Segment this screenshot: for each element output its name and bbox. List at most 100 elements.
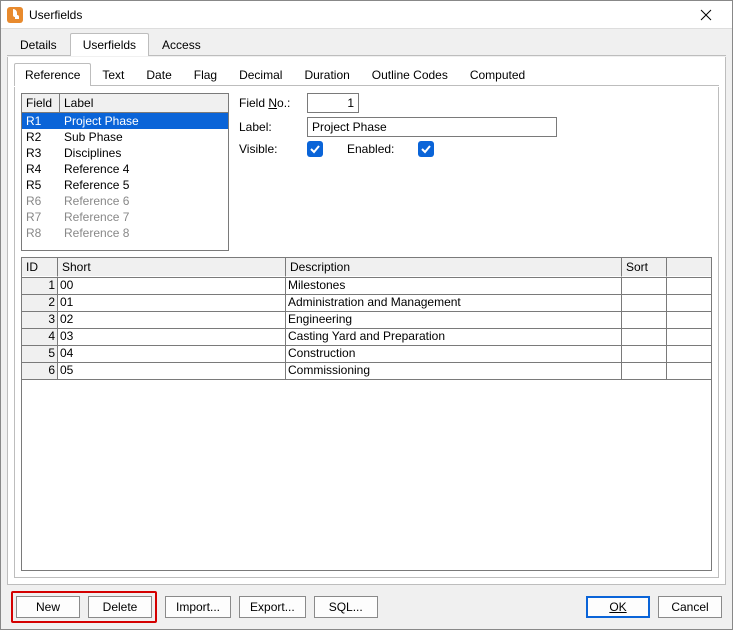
- footer-buttons: New Delete Import... Export... SQL... OK…: [1, 591, 732, 629]
- table-row[interactable]: 302Engineering: [22, 312, 711, 329]
- field-list-row-id: R3: [22, 146, 60, 160]
- table-row[interactable]: 100Milestones: [22, 278, 711, 295]
- field-list-row-id: R4: [22, 162, 60, 176]
- table-cell-sort: [622, 295, 667, 311]
- main-tabs: DetailsUserfieldsAccess: [1, 29, 732, 56]
- main-tab-details[interactable]: Details: [7, 33, 70, 56]
- table-cell-spacer: [667, 278, 711, 294]
- field-list-row[interactable]: R3Disciplines: [22, 145, 228, 161]
- table-cell-sort: [622, 363, 667, 379]
- table-cell-desc: Casting Yard and Preparation: [286, 329, 622, 345]
- table-cell-sort: [622, 346, 667, 362]
- new-button[interactable]: New: [16, 596, 80, 618]
- sub-tab-decimal[interactable]: Decimal: [228, 63, 293, 86]
- field-no-input[interactable]: [307, 93, 359, 113]
- table-cell-id: 6: [22, 363, 58, 379]
- close-button[interactable]: [686, 2, 726, 28]
- table-row[interactable]: 504Construction: [22, 346, 711, 363]
- upper-area: Field Label R1Project PhaseR2Sub PhaseR3…: [21, 93, 712, 251]
- table-cell-sort: [622, 312, 667, 328]
- grid-header-id[interactable]: ID: [22, 258, 58, 277]
- table-cell-id: 2: [22, 295, 58, 311]
- field-list-row-label: Sub Phase: [60, 130, 228, 144]
- main-tab-userfields[interactable]: Userfields: [70, 33, 149, 56]
- table-cell-id: 5: [22, 346, 58, 362]
- field-list-row[interactable]: R2Sub Phase: [22, 129, 228, 145]
- field-list-row-label: Reference 7: [60, 210, 228, 224]
- field-list-row[interactable]: R5Reference 5: [22, 177, 228, 193]
- field-list-row[interactable]: R1Project Phase: [22, 113, 228, 129]
- table-cell-desc: Construction: [286, 346, 622, 362]
- field-list-row-id: R5: [22, 178, 60, 192]
- table-cell-spacer: [667, 329, 711, 345]
- sub-tab-computed[interactable]: Computed: [459, 63, 536, 86]
- values-grid[interactable]: ID Short Description Sort 100Milestones2…: [21, 257, 712, 571]
- delete-button[interactable]: Delete: [88, 596, 152, 618]
- table-cell-desc: Administration and Management: [286, 295, 622, 311]
- table-row[interactable]: 403Casting Yard and Preparation: [22, 329, 711, 346]
- label-label: Label:: [239, 120, 301, 134]
- reference-panel: Field Label R1Project PhaseR2Sub PhaseR3…: [14, 87, 719, 578]
- grid-header-short[interactable]: Short: [58, 258, 286, 277]
- grid-header-desc[interactable]: Description: [286, 258, 622, 277]
- window-title: Userfields: [29, 8, 686, 22]
- field-list-header-field[interactable]: Field: [22, 94, 60, 113]
- table-cell-short: 02: [58, 312, 286, 328]
- field-list-row-label: Reference 5: [60, 178, 228, 192]
- field-list-row-id: R6: [22, 194, 60, 208]
- sub-tab-outline-codes[interactable]: Outline Codes: [361, 63, 459, 86]
- table-cell-desc: Commissioning: [286, 363, 622, 379]
- table-cell-spacer: [667, 312, 711, 328]
- field-list-header-label[interactable]: Label: [60, 94, 228, 113]
- field-no-label: Field No.:: [239, 96, 301, 110]
- enabled-label: Enabled:: [347, 142, 394, 156]
- field-list-row[interactable]: R6Reference 6: [22, 193, 228, 209]
- sub-tab-reference[interactable]: Reference: [14, 63, 91, 86]
- field-list-row[interactable]: R7Reference 7: [22, 209, 228, 225]
- values-grid-header: ID Short Description Sort: [22, 258, 711, 278]
- table-cell-spacer: [667, 346, 711, 362]
- field-list-row-label: Disciplines: [60, 146, 228, 160]
- table-cell-short: 01: [58, 295, 286, 311]
- main-tab-access[interactable]: Access: [149, 33, 214, 56]
- enabled-checkbox[interactable]: [418, 141, 434, 157]
- sub-tab-text[interactable]: Text: [91, 63, 135, 86]
- sub-tab-flag[interactable]: Flag: [183, 63, 228, 86]
- field-list-row-label: Reference 4: [60, 162, 228, 176]
- cancel-button[interactable]: Cancel: [658, 596, 722, 618]
- table-cell-spacer: [667, 295, 711, 311]
- sub-tabs: ReferenceTextDateFlagDecimalDurationOutl…: [14, 63, 719, 86]
- sub-tab-date[interactable]: Date: [135, 63, 182, 86]
- table-cell-short: 00: [58, 278, 286, 294]
- field-list-row-id: R8: [22, 226, 60, 240]
- table-cell-short: 03: [58, 329, 286, 345]
- field-list-row-id: R1: [22, 114, 60, 128]
- app-icon: [7, 7, 23, 23]
- sql-button[interactable]: SQL...: [314, 596, 378, 618]
- table-cell-id: 1: [22, 278, 58, 294]
- userfields-dialog: Userfields DetailsUserfieldsAccess Refer…: [0, 0, 733, 630]
- sub-tab-duration[interactable]: Duration: [293, 63, 360, 86]
- export-button[interactable]: Export...: [239, 596, 306, 618]
- table-row[interactable]: 201Administration and Management: [22, 295, 711, 312]
- table-cell-sort: [622, 278, 667, 294]
- field-list-row[interactable]: R4Reference 4: [22, 161, 228, 177]
- visible-label: Visible:: [239, 142, 301, 156]
- table-cell-desc: Milestones: [286, 278, 622, 294]
- field-list[interactable]: Field Label R1Project PhaseR2Sub PhaseR3…: [21, 93, 229, 251]
- visible-checkbox[interactable]: [307, 141, 323, 157]
- values-grid-body: 100Milestones201Administration and Manag…: [22, 278, 711, 380]
- table-cell-id: 4: [22, 329, 58, 345]
- ok-button[interactable]: OK: [586, 596, 650, 618]
- field-list-row-label: Reference 8: [60, 226, 228, 240]
- sub-tabs-line: [14, 85, 719, 86]
- import-button[interactable]: Import...: [165, 596, 231, 618]
- titlebar: Userfields: [1, 1, 732, 29]
- field-list-row-label: Reference 6: [60, 194, 228, 208]
- table-cell-id: 3: [22, 312, 58, 328]
- grid-header-sort[interactable]: Sort: [622, 258, 667, 277]
- field-list-row[interactable]: R8Reference 8: [22, 225, 228, 241]
- label-input[interactable]: [307, 117, 557, 137]
- grid-header-spacer: [667, 258, 711, 277]
- table-row[interactable]: 605Commissioning: [22, 363, 711, 380]
